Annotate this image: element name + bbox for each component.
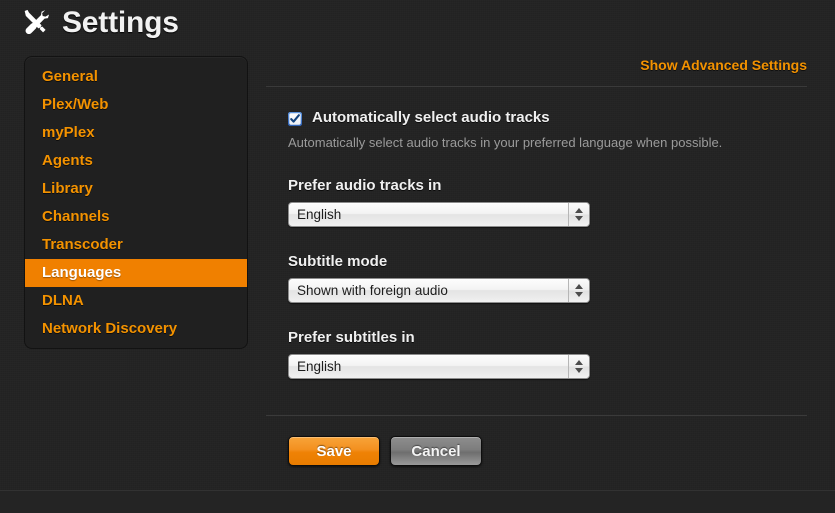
settings-sidebar: General Plex/Web myPlex Agents Library C… [25,57,247,348]
field-prefer-subtitles: Prefer subtitles in English [266,329,808,379]
show-advanced-settings-link[interactable]: Show Advanced Settings [266,57,808,86]
chevron-down-icon [575,368,583,373]
chevron-up-icon [575,208,583,213]
chevron-up-icon [575,360,583,365]
sidebar-item-agents[interactable]: Agents [25,147,247,175]
prefer-audio-tracks-label: Prefer audio tracks in [288,177,442,194]
settings-page: Settings General Plex/Web myPlex Agents … [0,0,835,513]
sidebar-item-dlna[interactable]: DLNA [25,287,247,315]
sidebar-item-languages[interactable]: Languages [25,259,247,287]
auto-select-audio-label[interactable]: Automatically select audio tracks [312,109,550,127]
auto-select-audio-checkbox[interactable] [288,112,302,126]
tools-icon [24,9,50,35]
sidebar-item-channels[interactable]: Channels [25,203,247,231]
subtitle-mode-label: Subtitle mode [288,253,388,270]
prefer-audio-tracks-select[interactable]: English [288,202,590,227]
chevron-down-icon [575,216,583,221]
sidebar-item-transcoder[interactable]: Transcoder [25,231,247,259]
prefer-audio-tracks-stepper[interactable] [568,203,589,226]
auto-select-audio-help: Automatically select audio tracks in you… [288,135,723,150]
page-header: Settings [0,0,835,46]
page-title: Settings [62,6,179,39]
field-subtitle-mode: Subtitle mode Shown with foreign audio [266,253,808,303]
form-actions: Save Cancel [266,416,808,466]
prefer-audio-tracks-value: English [297,207,342,222]
languages-settings-section: Automatically select audio tracks Automa… [266,87,808,379]
settings-content: Show Advanced Settings Automatically sel… [266,57,808,466]
page-bottom-strip [0,491,835,513]
prefer-subtitles-select[interactable]: English [288,354,590,379]
prefer-subtitles-value: English [297,359,342,374]
subtitle-mode-value: Shown with foreign audio [297,283,448,298]
field-prefer-audio-tracks: Prefer audio tracks in English [266,177,808,227]
sidebar-item-plex-web[interactable]: Plex/Web [25,91,247,119]
save-button[interactable]: Save [288,436,380,466]
auto-select-audio-row[interactable]: Automatically select audio tracks [266,109,808,127]
subtitle-mode-select[interactable]: Shown with foreign audio [288,278,590,303]
prefer-subtitles-stepper[interactable] [568,355,589,378]
subtitle-mode-stepper[interactable] [568,279,589,302]
sidebar-item-library[interactable]: Library [25,175,247,203]
cancel-button[interactable]: Cancel [390,436,482,466]
sidebar-item-myplex[interactable]: myPlex [25,119,247,147]
chevron-down-icon [575,292,583,297]
sidebar-item-general[interactable]: General [25,63,247,91]
sidebar-item-network-discovery[interactable]: Network Discovery [25,315,247,343]
chevron-up-icon [575,284,583,289]
prefer-subtitles-label: Prefer subtitles in [288,329,415,346]
